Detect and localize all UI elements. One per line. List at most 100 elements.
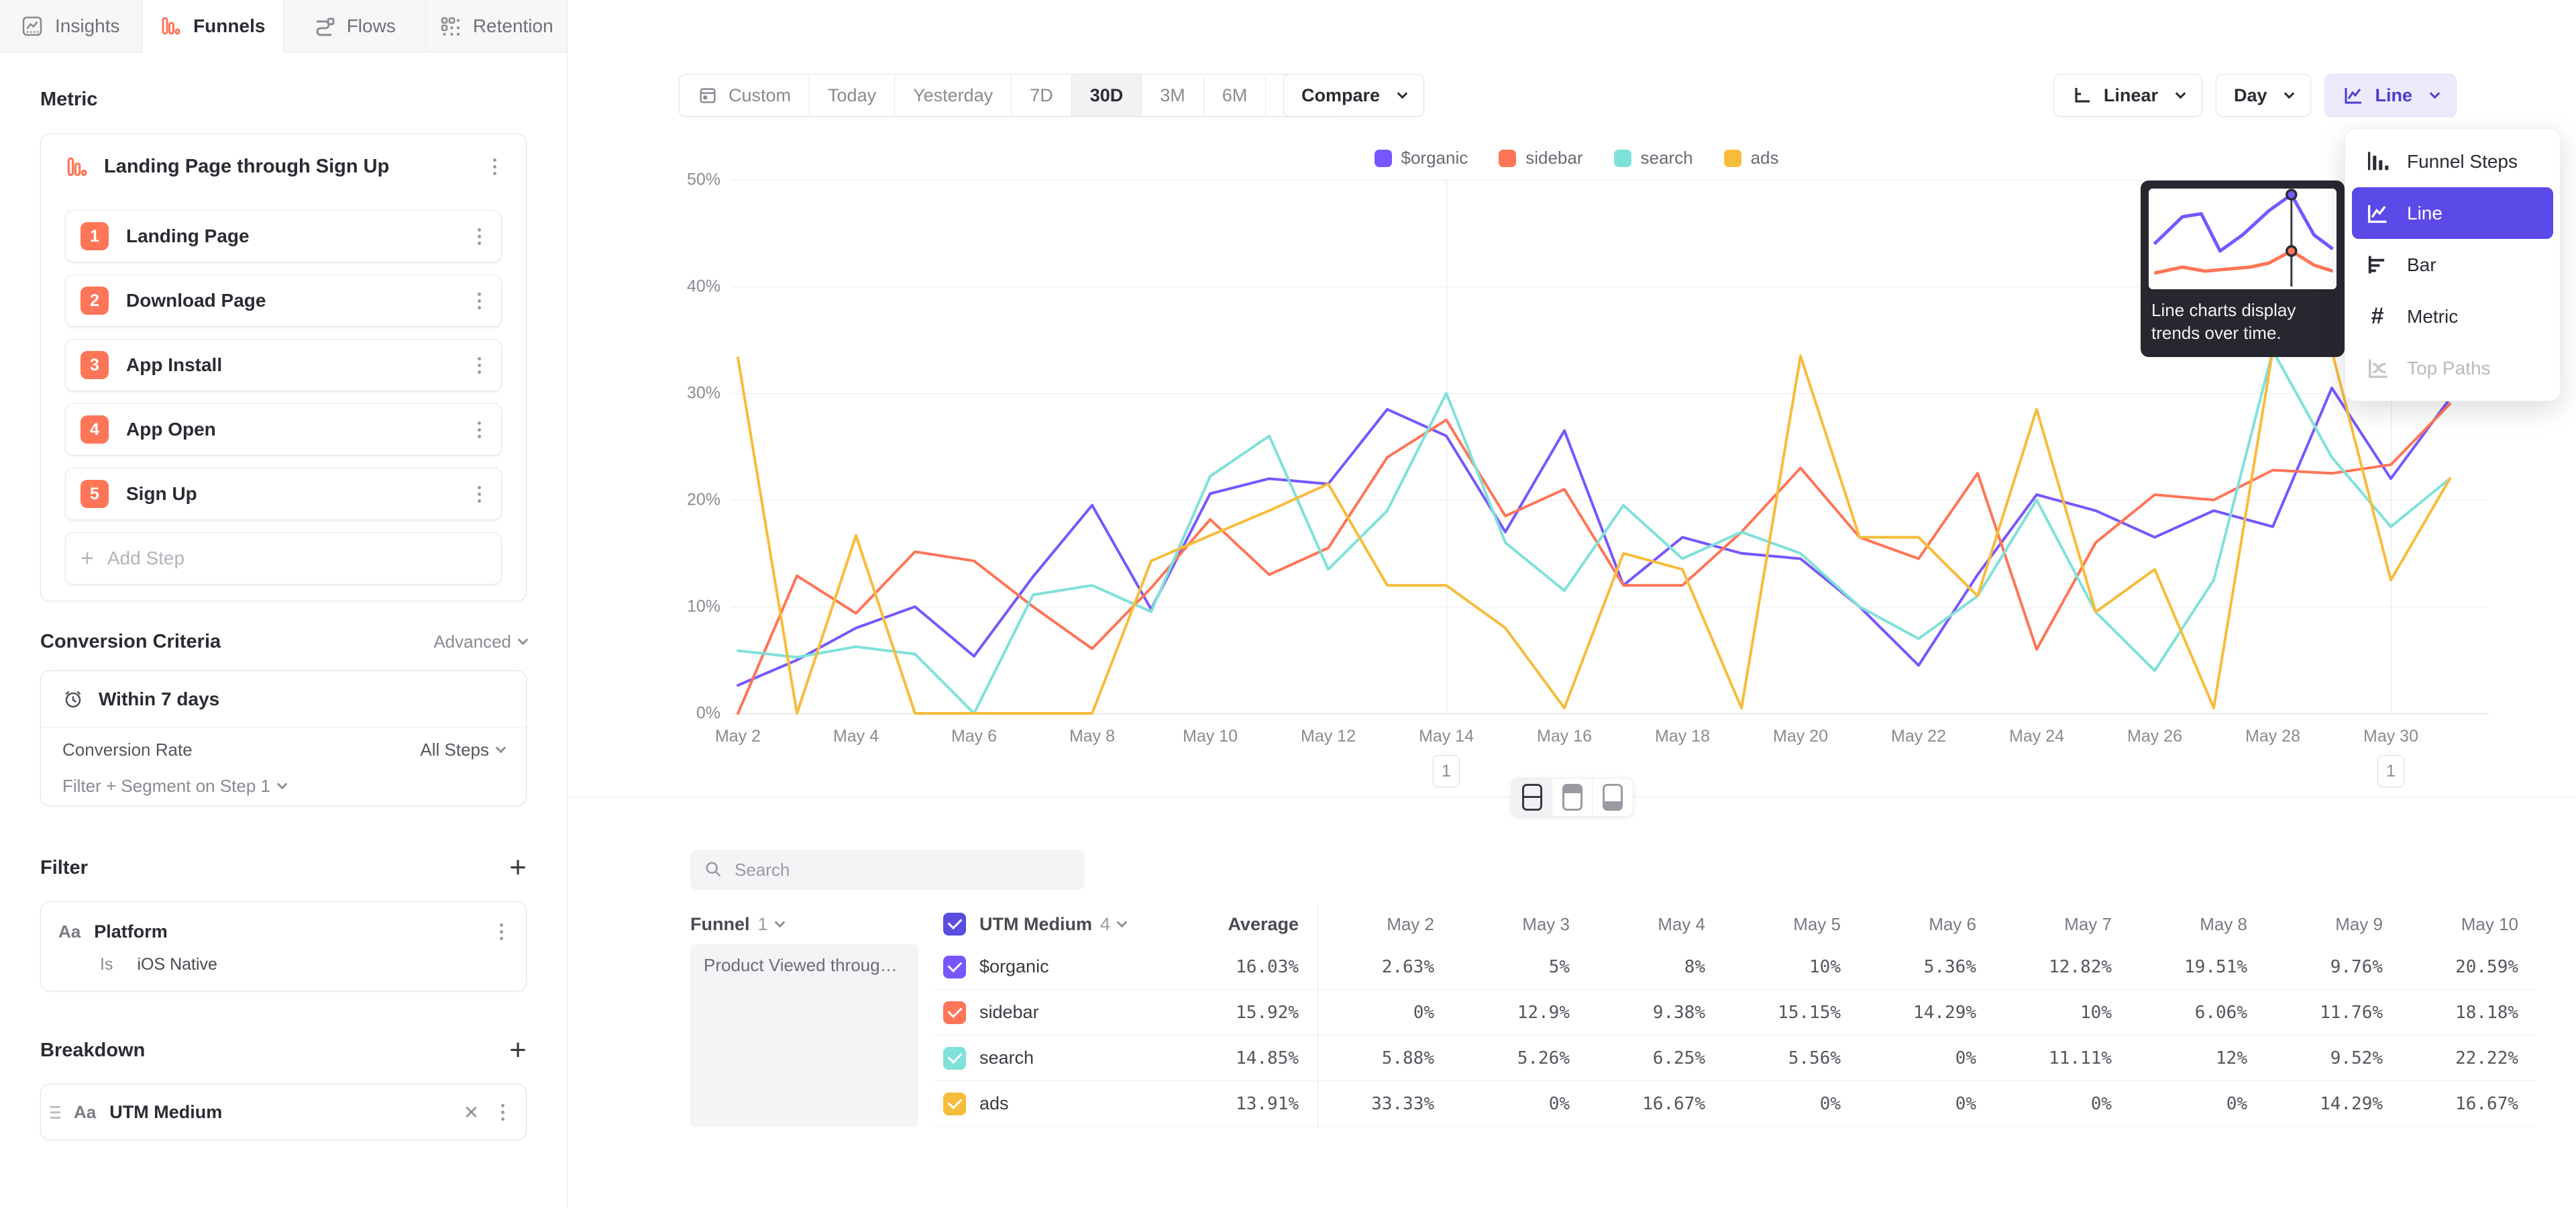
metric-hash-icon: # (2364, 303, 2391, 330)
funnel-step[interactable]: 3 App Install (65, 339, 502, 391)
chevron-down-icon (2430, 88, 2440, 99)
step-kebab-icon[interactable] (472, 223, 486, 250)
menu-item-line[interactable]: Line (2352, 187, 2553, 239)
average-value: 15.92% (1236, 1003, 1318, 1023)
legend-item[interactable]: $organic (1375, 148, 1468, 168)
series-name: $organic (979, 956, 1049, 977)
breakdown-column-header[interactable]: UTM Medium (979, 914, 1092, 935)
add-step-button[interactable]: +Add Step (65, 532, 502, 585)
table-cell: 22.22% (2402, 1048, 2537, 1068)
funnel-name-cell[interactable]: Product Viewed through P... (690, 944, 918, 1127)
date-column-header: May 9 (2266, 914, 2402, 935)
scale-button[interactable]: Linear (2053, 74, 2202, 117)
breakdown-card: Aa UTM Medium × (40, 1084, 527, 1140)
funnel-column-header[interactable]: Funnel 1 (690, 914, 926, 935)
filter-kebab-icon[interactable] (494, 918, 508, 946)
table-cell: 19.51% (2131, 957, 2266, 977)
table-cell: 12% (2131, 1048, 2266, 1068)
legend-swatch (1724, 150, 1741, 167)
layout-split-toggle[interactable] (1512, 778, 1552, 816)
annotation-badge[interactable]: 1 (2377, 755, 2404, 787)
menu-item-top-paths[interactable]: Top Paths (2352, 342, 2553, 394)
conversion-rate-dropdown[interactable]: All Steps (420, 740, 504, 760)
y-axis-tick: 40% (660, 277, 720, 297)
add-filter-button[interactable]: + (509, 853, 527, 883)
funnel-step[interactable]: 5 Sign Up (65, 468, 502, 520)
range-option-3m[interactable]: 3M (1142, 74, 1204, 116)
advanced-dropdown[interactable]: Advanced (433, 632, 527, 652)
table-cell: 18.18% (2402, 1003, 2537, 1023)
tab-insights[interactable]: Insights (0, 0, 142, 52)
filter-value[interactable]: iOS Native (137, 955, 217, 974)
filter-segment-dropdown[interactable]: Filter + Segment on Step 1 (41, 766, 526, 805)
legend-item[interactable]: ads (1724, 148, 1779, 168)
filter-operator[interactable]: Is (100, 955, 113, 974)
step-kebab-icon[interactable] (472, 287, 486, 315)
series-checkbox[interactable] (943, 1001, 966, 1024)
step-kebab-icon[interactable] (472, 416, 486, 444)
chevron-down-icon (1117, 917, 1128, 927)
annotation-badge[interactable]: 1 (1433, 755, 1460, 787)
layout-bottom-toggle[interactable] (1593, 778, 1633, 816)
funnel-metric-icon (65, 156, 88, 179)
interval-button[interactable]: Day (2216, 74, 2312, 117)
layout-top-toggle[interactable] (1552, 778, 1593, 816)
step-kebab-icon[interactable] (472, 352, 486, 379)
tab-retention[interactable]: Retention (426, 0, 568, 52)
tab-label: Insights (55, 15, 120, 37)
funnel-step[interactable]: 1 Landing Page (65, 210, 502, 262)
legend-item[interactable]: search (1614, 148, 1693, 168)
chevron-down-icon (277, 778, 288, 789)
table-cell: 5.56% (1724, 1048, 1860, 1068)
table-header: Funnel 1 UTM Medium 4 Average May 2May 3… (690, 904, 2537, 944)
add-breakdown-button[interactable]: + (509, 1036, 527, 1065)
funnel-step[interactable]: 4 App Open (65, 403, 502, 456)
menu-item-bar[interactable]: Bar (2352, 239, 2553, 291)
tab-funnels[interactable]: Funnels (142, 0, 284, 52)
series-checkbox[interactable] (943, 1093, 966, 1115)
tab-label: Flows (347, 15, 396, 37)
legend-item[interactable]: sidebar (1499, 148, 1582, 168)
range-option-today[interactable]: Today (810, 74, 895, 116)
tab-flows[interactable]: Flows (284, 0, 426, 52)
step-label: App Open (126, 419, 472, 440)
series-checkbox[interactable] (943, 956, 966, 978)
legend-label: $organic (1401, 148, 1468, 168)
date-column-header: May 8 (2131, 914, 2266, 935)
filter-property[interactable]: Platform (94, 921, 481, 942)
remove-breakdown-icon[interactable]: × (460, 1098, 482, 1126)
retention-icon (439, 15, 461, 37)
x-axis-tick: May 30 (2363, 727, 2418, 746)
metric-kebab-icon[interactable] (488, 153, 502, 181)
chart-type-button[interactable]: Line (2324, 74, 2457, 117)
tab-label: Retention (473, 15, 553, 37)
table-cell: 0% (1995, 1094, 2131, 1114)
drag-handle-icon[interactable] (50, 1106, 60, 1119)
range-option-6m[interactable]: 6M (1204, 74, 1267, 116)
range-option-30d[interactable]: 30D (1072, 74, 1142, 116)
conversion-window-row[interactable]: Within 7 days (41, 671, 526, 727)
compare-button[interactable]: Compare (1283, 74, 1424, 117)
series-checkbox[interactable] (943, 1047, 966, 1070)
table-cell: 12.82% (1995, 957, 2131, 977)
breakdown-property[interactable]: UTM Medium (109, 1102, 447, 1123)
chevron-down-icon (2176, 88, 2186, 99)
metric-card: Landing Page through Sign Up 1 Landing P… (40, 134, 527, 601)
step-kebab-icon[interactable] (472, 481, 486, 508)
search-input[interactable]: Search (690, 850, 1085, 890)
range-option-yesterday[interactable]: Yesterday (895, 74, 1012, 116)
funnel-step[interactable]: 2 Download Page (65, 274, 502, 327)
legend-swatch (1499, 150, 1516, 167)
menu-item-funnel-steps[interactable]: Funnel Steps (2352, 136, 2553, 187)
linear-scale-icon (2072, 85, 2093, 106)
breakdown-kebab-icon[interactable] (496, 1099, 510, 1126)
table-cell: 0% (1860, 1048, 1995, 1068)
x-axis-tick: May 18 (1655, 727, 1710, 746)
range-option-custom[interactable]: Custom (680, 74, 810, 116)
menu-item-metric[interactable]: # Metric (2352, 291, 2553, 342)
select-all-checkbox[interactable] (943, 913, 966, 936)
breakdown-heading: Breakdown (40, 1040, 145, 1062)
range-option-7d[interactable]: 7D (1012, 74, 1072, 116)
series-name: sidebar (979, 1002, 1039, 1023)
average-value: 14.85% (1236, 1048, 1318, 1068)
